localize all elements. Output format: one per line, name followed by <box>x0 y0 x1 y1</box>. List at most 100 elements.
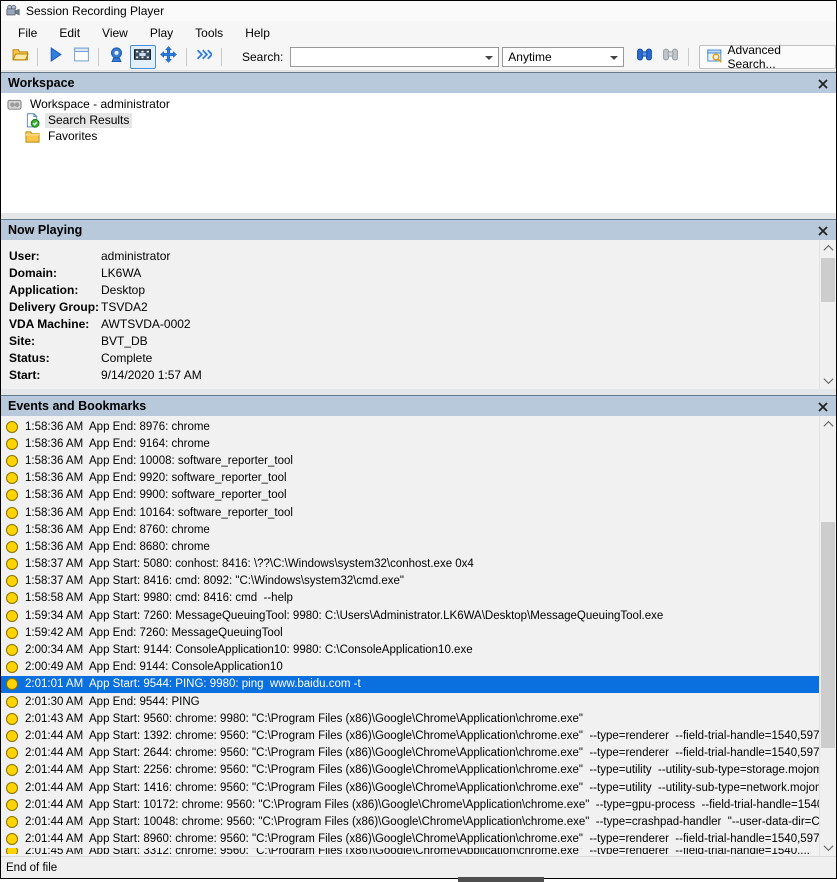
events-header: Events and Bookmarks <box>1 395 836 416</box>
scroll-down-icon[interactable] <box>820 372 836 389</box>
close-icon[interactable] <box>816 224 829 237</box>
menu-item[interactable]: Edit <box>48 23 91 43</box>
play-button[interactable] <box>42 45 68 69</box>
find-button[interactable] <box>631 45 657 69</box>
menu-item[interactable]: Play <box>139 23 184 43</box>
bookmark-dot-icon <box>6 455 18 467</box>
open-file-button[interactable] <box>7 45 33 69</box>
menu-item[interactable]: Help <box>234 23 281 43</box>
event-text: App End: 9164: chrome <box>89 438 210 450</box>
player-view-button[interactable] <box>68 45 94 69</box>
session-info-row: Application: Desktop <box>1 281 819 298</box>
window-title: Session Recording Player <box>26 4 164 18</box>
title-bar: Session Recording Player <box>1 1 836 21</box>
event-row[interactable]: 1:59:42 AM App End: 7260: MessageQueuing… <box>1 624 819 641</box>
event-text: App End: 9900: software_reporter_tool <box>89 489 287 501</box>
close-icon[interactable] <box>816 77 829 90</box>
event-row[interactable]: 1:58:36 AM App End: 8680: chrome <box>1 538 819 555</box>
event-time: 2:01:44 AM <box>25 730 89 742</box>
event-time: 2:01:44 AM <box>25 833 89 845</box>
event-row[interactable]: 2:01:44 AM App Start: 1416: chrome: 9560… <box>1 779 819 796</box>
event-row[interactable]: 1:58:36 AM App End: 9920: software_repor… <box>1 470 819 487</box>
event-row[interactable]: 2:01:44 AM App Start: 2644: chrome: 9560… <box>1 745 819 762</box>
tree-item-label: Workspace - administrator <box>27 97 173 112</box>
field-value: administrator <box>101 249 170 263</box>
session-info-row: Site: BVT_DB <box>1 332 819 349</box>
tree-item-search-results[interactable]: Search Results <box>1 112 836 128</box>
events-scrollbar[interactable] <box>819 416 836 856</box>
scroll-up-icon[interactable] <box>820 240 836 257</box>
tree-item-favorites[interactable]: Favorites <box>1 128 836 144</box>
time-filter-dropdown[interactable]: Anytime <box>502 47 624 67</box>
field-label: VDA Machine: <box>1 317 101 331</box>
bookmark-dot-icon <box>6 541 18 553</box>
event-row[interactable]: 2:01:44 AM App Start: 10048: chrome: 956… <box>1 813 819 830</box>
field-value: Complete <box>101 351 152 365</box>
now-playing-title: Now Playing <box>8 223 82 237</box>
binoculars-search-icon <box>636 46 653 68</box>
menu-item[interactable]: Tools <box>184 23 234 43</box>
event-text: App Start: 1416: chrome: 9560: "C:\Progr… <box>89 782 819 794</box>
event-row[interactable]: 1:58:36 AM App End: 10008: software_repo… <box>1 452 819 469</box>
event-row[interactable]: 2:01:44 AM App Start: 8960: chrome: 9560… <box>1 831 819 848</box>
field-value: TSVDA2 <box>101 300 148 314</box>
session-info-row: VDA Machine: AWTSVDA-0002 <box>1 315 819 332</box>
now-playing-scrollbar[interactable] <box>819 240 836 389</box>
event-row[interactable]: 2:01:45 AM App Start: 3312: chrome: 9560… <box>1 848 819 854</box>
event-row[interactable]: 1:59:34 AM App Start: 7260: MessageQueui… <box>1 607 819 624</box>
event-row[interactable]: 1:58:36 AM App End: 8976: chrome <box>1 418 819 435</box>
event-row[interactable]: 1:58:58 AM App Start: 9980: cmd: 8416: c… <box>1 590 819 607</box>
film-strip-button[interactable] <box>130 45 156 69</box>
event-text: App End: 10008: software_reporter_tool <box>89 455 293 467</box>
event-row[interactable]: 1:58:37 AM App Start: 5080: conhost: 841… <box>1 556 819 573</box>
event-text: App Start: 2256: chrome: 9560: "C:\Progr… <box>89 764 819 776</box>
event-row[interactable]: 1:58:36 AM App End: 9164: chrome <box>1 435 819 452</box>
find-stop-button[interactable] <box>657 45 683 69</box>
workspace-tree: Workspace - administrator Search Results… <box>1 93 836 213</box>
menu-item[interactable]: View <box>91 23 139 43</box>
event-row[interactable]: 2:00:49 AM App End: 9144: ConsoleApplica… <box>1 659 819 676</box>
now-playing-panel: Now Playing User: administrator Domain: … <box>1 219 836 389</box>
event-text: App Start: 7260: MessageQueuingTool: 998… <box>89 610 663 622</box>
event-row[interactable]: 2:01:43 AM App Start: 9560: chrome: 9980… <box>1 710 819 727</box>
event-row[interactable]: 1:58:36 AM App End: 8760: chrome <box>1 521 819 538</box>
event-row[interactable]: 2:01:30 AM App End: 9544: PING <box>1 693 819 710</box>
time-filter-value: Anytime <box>508 50 551 64</box>
event-row[interactable]: 2:01:44 AM App Start: 1392: chrome: 9560… <box>1 727 819 744</box>
scrollbar-thumb[interactable] <box>821 522 835 748</box>
now-playing-header: Now Playing <box>1 219 836 240</box>
session-info-fields: User: administrator Domain: LK6WA Applic… <box>1 247 819 383</box>
event-text: App Start: 10172: chrome: 9560: "C:\Prog… <box>89 799 819 811</box>
advanced-search-button[interactable]: Advanced Search... <box>699 45 836 69</box>
event-time: 1:58:58 AM <box>25 592 89 604</box>
scrollbar-thumb[interactable] <box>821 258 835 302</box>
event-row[interactable]: 1:58:36 AM App End: 9900: software_repor… <box>1 487 819 504</box>
pan-icon <box>160 46 177 68</box>
event-row[interactable]: 1:58:36 AM App End: 10164: software_repo… <box>1 504 819 521</box>
scroll-up-icon[interactable] <box>820 416 836 433</box>
event-row[interactable]: 2:00:34 AM App Start: 9144: ConsoleAppli… <box>1 641 819 658</box>
field-label: Site: <box>1 334 101 348</box>
bookmark-dot-icon <box>6 730 18 742</box>
scroll-down-icon[interactable] <box>820 839 836 856</box>
close-icon[interactable] <box>816 400 829 413</box>
menu-item[interactable]: File <box>7 23 48 43</box>
projector-button[interactable] <box>103 45 129 69</box>
events-list: 1:58:36 AM App End: 8976: chrome 1:58:36… <box>1 418 819 856</box>
menu-bar: File Edit View Play Tools Help <box>1 21 836 44</box>
event-row[interactable]: 2:01:44 AM App Start: 10172: chrome: 956… <box>1 796 819 813</box>
more-tools-button[interactable] <box>191 45 217 69</box>
folder-icon <box>25 129 41 144</box>
event-row[interactable]: 2:01:01 AM App Start: 9544: PING: 9980: … <box>1 676 819 693</box>
event-row[interactable]: 1:58:37 AM App Start: 8416: cmd: 8092: "… <box>1 573 819 590</box>
projector-icon <box>108 46 125 68</box>
tree-item-workspace-root[interactable]: Workspace - administrator <box>1 96 836 112</box>
event-text: App Start: 8416: cmd: 8092: "C:\Windows\… <box>89 575 404 587</box>
event-row[interactable]: 2:01:44 AM App Start: 2256: chrome: 9560… <box>1 762 819 779</box>
events-panel: Events and Bookmarks 1:58:36 AM App End:… <box>1 395 836 856</box>
event-time: 1:58:36 AM <box>25 421 89 433</box>
event-time: 2:01:44 AM <box>25 816 89 828</box>
status-bar: End of file <box>1 856 836 878</box>
pan-button[interactable] <box>156 45 182 69</box>
search-input[interactable] <box>290 47 499 67</box>
